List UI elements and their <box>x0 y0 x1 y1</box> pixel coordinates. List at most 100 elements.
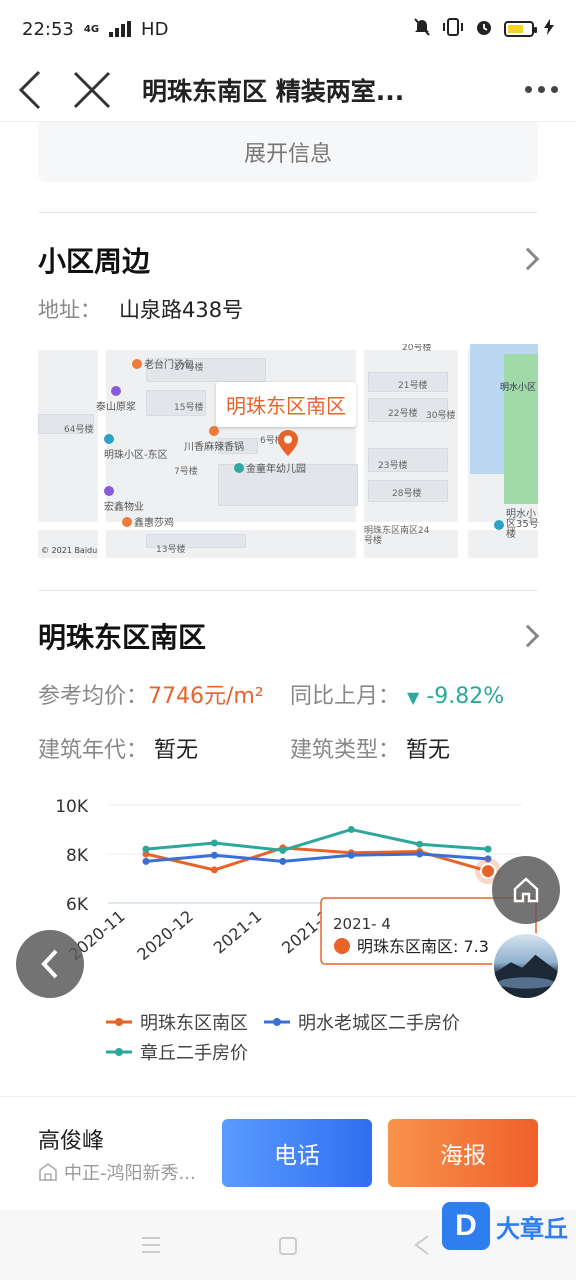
map-view[interactable]: 20号楼 17号楼 15号楼 64号楼 6号楼 7号楼 13号楼 21号楼 22… <box>38 344 538 558</box>
legend-label: 明水老城区二手房价 <box>298 1013 460 1034</box>
map-building-label: 23号楼 <box>378 461 408 471</box>
address-value: 山泉路438号 <box>119 298 244 322</box>
page-title: 明珠东南区 精装两室... <box>142 76 405 106</box>
restaurant-icon <box>132 358 142 369</box>
status-time: 22:53 <box>22 18 74 40</box>
address-label: 地址： <box>38 298 101 322</box>
mom-value: -9.82% <box>426 684 505 709</box>
map-poi: 鑫惠莎鸡 <box>122 514 174 529</box>
watermark: D 大章丘 <box>442 1202 568 1250</box>
float-back-button[interactable] <box>16 930 84 998</box>
build-type-row: 建筑类型： 暂无 <box>290 732 450 764</box>
tooltip-marker <box>334 938 350 954</box>
build-year-row: 建筑年代： 暂无 <box>38 732 198 764</box>
arrow-left-icon <box>18 70 41 109</box>
map-building-label: 13号楼 <box>156 545 186 555</box>
shop-icon <box>111 386 121 396</box>
surroundings-title: 小区周边 <box>38 245 151 278</box>
agent-bar: 高俊峰 中正-鸿阳新秀... 电话 海报 <box>0 1096 576 1208</box>
back-nav-icon[interactable] <box>412 1234 432 1256</box>
legend-swatch-dot <box>115 1018 123 1026</box>
back-button[interactable] <box>0 58 60 122</box>
map-building-label: 15号楼 <box>174 403 204 413</box>
home-icon <box>513 877 539 903</box>
build-year-value: 暂无 <box>154 738 199 763</box>
build-type-label: 建筑类型： <box>290 738 401 763</box>
map-building-label: 30号楼 <box>426 411 456 421</box>
map-building-label: 7号楼 <box>174 467 198 477</box>
poster-button[interactable]: 海报 <box>388 1119 538 1187</box>
hd-label: HD <box>141 18 169 40</box>
series-line <box>145 827 489 852</box>
data-point <box>484 845 492 853</box>
expand-info-button[interactable]: 展开信息 <box>38 122 538 182</box>
legend-swatch-dot <box>273 1018 281 1026</box>
chevron-right-icon[interactable] <box>516 247 540 271</box>
map-building-label: 21号楼 <box>398 381 428 391</box>
vibrate-icon <box>442 17 464 42</box>
float-home-button[interactable] <box>492 856 560 924</box>
network-type: 4G <box>83 23 100 35</box>
data-point <box>279 857 287 865</box>
data-point <box>210 866 218 874</box>
avg-price-value: 7746元/m² <box>148 684 264 709</box>
community-title: 明珠东区南区 <box>38 621 207 654</box>
map-building-label: 20号楼 <box>402 344 432 353</box>
map-poi: 宏鑫物业 <box>104 486 144 513</box>
map-building-label: 22号楼 <box>388 409 418 419</box>
legend-label: 章丘二手房价 <box>140 1043 248 1064</box>
close-button[interactable] <box>60 58 124 122</box>
home-nav-icon[interactable] <box>278 1236 298 1256</box>
legend-label: 明珠东区南区 <box>140 1013 248 1034</box>
data-point <box>347 851 355 859</box>
data-point <box>210 851 218 859</box>
data-point <box>416 850 424 858</box>
menu-icon[interactable] <box>140 1236 162 1254</box>
map-poi: 川香麻辣香锅 <box>184 426 244 453</box>
build-year-label: 建筑年代： <box>38 738 149 763</box>
charging-icon <box>544 18 554 40</box>
map-poi: 金童年幼儿园 <box>234 460 306 475</box>
mute-icon <box>412 17 432 42</box>
building-icon <box>104 434 114 444</box>
map-building-label: 明珠东区南区24号楼 <box>364 526 430 546</box>
data-point <box>210 839 218 847</box>
section-divider <box>38 590 538 591</box>
map-callout: 明珠东区南区 <box>216 382 356 427</box>
triangle-down-icon: ▼ <box>407 688 420 707</box>
section-divider <box>38 212 538 213</box>
map-pin-icon <box>278 430 298 456</box>
building-icon <box>494 520 504 530</box>
y-tick-label: 10K <box>55 797 89 817</box>
build-type-value: 暂无 <box>406 738 451 763</box>
watermark-logo: D <box>442 1202 490 1250</box>
data-point <box>142 857 150 865</box>
avatar[interactable] <box>492 932 560 1000</box>
restaurant-icon <box>209 426 219 436</box>
map-building-label: 28号楼 <box>392 489 422 499</box>
map-copyright: © 2021 Baidu <box>41 546 98 555</box>
map-poi: 明水小区 <box>500 383 537 393</box>
legend-swatch-dot <box>115 1048 123 1056</box>
watermark-text: 大章丘 <box>496 1214 568 1243</box>
tooltip-label: 明珠东区南区: 7.3 <box>357 937 489 956</box>
close-icon <box>73 71 111 108</box>
tooltip-title: 2021- 4 <box>333 915 391 933</box>
call-button[interactable]: 电话 <box>222 1119 372 1187</box>
map-poi: 明水小区35号楼 <box>494 510 538 540</box>
avg-price-row: 参考均价：7746元/m² <box>38 678 264 710</box>
status-bar: 22:53 4G HD <box>0 0 576 58</box>
alarm-icon <box>474 17 494 42</box>
signal-icon <box>109 21 132 37</box>
office-icon <box>104 486 114 496</box>
battery-icon <box>504 21 537 37</box>
chevron-left-icon <box>41 949 58 979</box>
map-poi: 泰山原浆 <box>96 386 136 413</box>
data-point <box>142 845 150 853</box>
landscape-image <box>494 954 558 998</box>
chevron-right-icon[interactable] <box>516 624 540 648</box>
restaurant-icon <box>122 516 132 527</box>
price-trend-chart[interactable]: 10K8K6K2020-112020-122021-12021-22021-32… <box>0 788 576 1078</box>
highlight-point <box>480 863 496 880</box>
more-menu-button[interactable] <box>506 86 576 93</box>
